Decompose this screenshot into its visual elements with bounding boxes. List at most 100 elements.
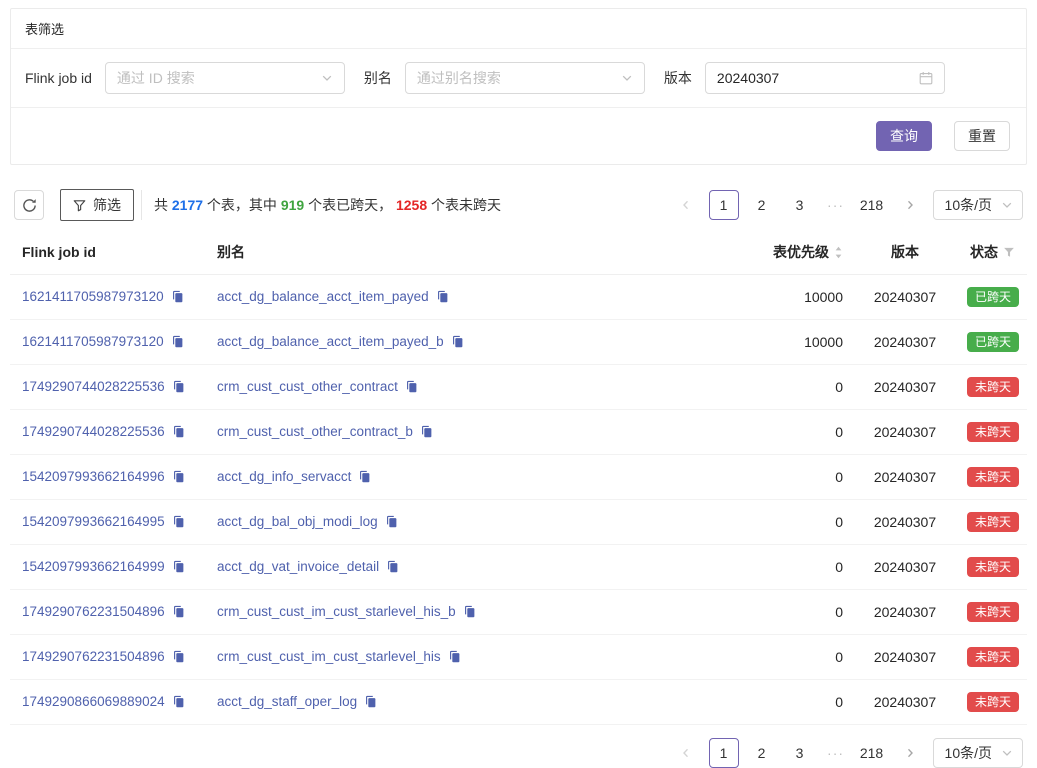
flink-job-id-link[interactable]: 1749290744028225536 <box>22 379 165 394</box>
page-size-select[interactable]: 10条/页 <box>933 190 1023 220</box>
table-row[interactable]: 1621411705987973120 acct_dg_balance_acct… <box>10 320 1027 365</box>
filter-funnel-icon <box>73 199 86 212</box>
flink-job-id-link[interactable]: 1749290762231504896 <box>22 604 165 619</box>
alias-link[interactable]: crm_cust_cust_other_contract_b <box>217 424 413 439</box>
pagination-page-3[interactable]: 3 <box>785 190 815 220</box>
page-size-value: 10条/页 <box>945 743 992 763</box>
filter-funnel-icon[interactable] <box>1003 246 1015 258</box>
alias-link[interactable]: acct_dg_bal_obj_modi_log <box>217 514 378 529</box>
alias-link[interactable]: acct_dg_vat_invoice_detail <box>217 559 379 574</box>
search-button[interactable]: 查询 <box>876 121 932 151</box>
pagination-page-last[interactable]: 218 <box>857 738 887 768</box>
filter-toggle-button[interactable]: 筛选 <box>60 189 134 221</box>
flink-job-id-link[interactable]: 1749290744028225536 <box>22 424 165 439</box>
status-badge: 未跨天 <box>967 602 1019 622</box>
version-cell: 20240307 <box>855 320 955 365</box>
alias-link[interactable]: acct_dg_balance_acct_item_payed <box>217 289 429 304</box>
copy-icon[interactable] <box>436 290 449 306</box>
table-row[interactable]: 1542097993662164999 acct_dg_vat_invoice_… <box>10 545 1027 590</box>
alias-link[interactable]: acct_dg_info_servacct <box>217 469 351 484</box>
version-cell: 20240307 <box>855 500 955 545</box>
refresh-icon <box>22 198 37 213</box>
pagination-page-1[interactable]: 1 <box>709 190 739 220</box>
copy-icon[interactable] <box>448 650 461 666</box>
table-row[interactable]: 1542097993662164995 acct_dg_bal_obj_modi… <box>10 500 1027 545</box>
copy-icon[interactable] <box>463 605 476 621</box>
pagination-prev-icon[interactable] <box>671 738 701 768</box>
copy-icon[interactable] <box>172 380 185 396</box>
priority-cell: 0 <box>720 680 855 725</box>
alias-link[interactable]: acct_dg_staff_oper_log <box>217 694 357 709</box>
pagination-page-2[interactable]: 2 <box>747 738 777 768</box>
version-cell: 20240307 <box>855 590 955 635</box>
pagination-ellipsis[interactable]: ··· <box>823 745 849 761</box>
table-row[interactable]: 1749290866069889024 acct_dg_staff_oper_l… <box>10 680 1027 725</box>
flink-job-id-link[interactable]: 1621411705987973120 <box>22 334 164 349</box>
priority-cell: 0 <box>720 635 855 680</box>
pagination-ellipsis[interactable]: ··· <box>823 197 849 213</box>
flink-job-id-link[interactable]: 1621411705987973120 <box>22 289 164 304</box>
status-badge: 未跨天 <box>967 467 1019 487</box>
flink-job-id-link[interactable]: 1542097993662164996 <box>22 469 165 484</box>
flink-job-id-link[interactable]: 1749290866069889024 <box>22 694 165 709</box>
pagination-page-3[interactable]: 3 <box>785 738 815 768</box>
alias-link[interactable]: crm_cust_cust_other_contract <box>217 379 398 394</box>
refresh-button[interactable] <box>14 190 44 220</box>
table-row[interactable]: 1749290762231504896 crm_cust_cust_im_cus… <box>10 635 1027 680</box>
copy-icon[interactable] <box>172 695 185 711</box>
sort-icon[interactable] <box>834 246 843 259</box>
header-status[interactable]: 状态 <box>955 232 1027 275</box>
status-badge: 未跨天 <box>967 422 1019 442</box>
table-row[interactable]: 1542097993662164996 acct_dg_info_servacc… <box>10 455 1027 500</box>
bottom-bar: 1 2 3 ··· 218 10条/页 <box>14 738 1023 768</box>
copy-icon[interactable] <box>420 425 433 441</box>
summary-seg2: 个表已跨天， <box>304 197 396 213</box>
pagination-page-2[interactable]: 2 <box>747 190 777 220</box>
alias-link[interactable]: crm_cust_cust_im_cust_starlevel_his_b <box>217 604 456 619</box>
pagination-page-last[interactable]: 218 <box>857 190 887 220</box>
version-value: 20240307 <box>717 70 919 86</box>
reset-button[interactable]: 重置 <box>954 121 1010 151</box>
pagination-top: 1 2 3 ··· 218 10条/页 <box>671 190 1023 220</box>
copy-icon[interactable] <box>386 560 399 576</box>
copy-icon[interactable] <box>172 470 185 486</box>
flink-job-id-field: Flink job id 通过 ID 搜索 <box>25 62 345 94</box>
flink-job-id-link[interactable]: 1749290762231504896 <box>22 649 165 664</box>
flink-job-id-link[interactable]: 1542097993662164995 <box>22 514 165 529</box>
header-priority[interactable]: 表优先级 <box>720 232 855 275</box>
table-row[interactable]: 1749290744028225536 crm_cust_cust_other_… <box>10 365 1027 410</box>
chevron-down-icon <box>1001 199 1013 211</box>
table-row[interactable]: 1749290762231504896 crm_cust_cust_im_cus… <box>10 590 1027 635</box>
copy-icon[interactable] <box>364 695 377 711</box>
header-status-label: 状态 <box>970 242 998 262</box>
alias-link[interactable]: crm_cust_cust_im_cust_starlevel_his <box>217 649 441 664</box>
copy-icon[interactable] <box>171 335 184 351</box>
pagination-next-icon[interactable] <box>895 738 925 768</box>
copy-icon[interactable] <box>172 650 185 666</box>
copy-icon[interactable] <box>172 515 185 531</box>
flink-job-id-link[interactable]: 1542097993662164999 <box>22 559 165 574</box>
copy-icon[interactable] <box>171 290 184 306</box>
version-date-input[interactable]: 20240307 <box>705 62 945 94</box>
page-size-value: 10条/页 <box>945 195 992 215</box>
flink-job-id-select[interactable]: 通过 ID 搜索 <box>105 62 345 94</box>
copy-icon[interactable] <box>172 560 185 576</box>
filter-card-title: 表筛选 <box>11 9 1026 49</box>
alias-select[interactable]: 通过别名搜索 <box>405 62 645 94</box>
pagination-next-icon[interactable] <box>895 190 925 220</box>
summary-seg3: 个表未跨天 <box>427 197 501 213</box>
copy-icon[interactable] <box>358 470 371 486</box>
pagination-page-1[interactable]: 1 <box>709 738 739 768</box>
pagination-prev-icon[interactable] <box>671 190 701 220</box>
copy-icon[interactable] <box>172 605 185 621</box>
priority-cell: 0 <box>720 455 855 500</box>
copy-icon[interactable] <box>172 425 185 441</box>
copy-icon[interactable] <box>451 335 464 351</box>
copy-icon[interactable] <box>385 515 398 531</box>
table-row[interactable]: 1621411705987973120 acct_dg_balance_acct… <box>10 275 1027 320</box>
alias-link[interactable]: acct_dg_balance_acct_item_payed_b <box>217 334 444 349</box>
copy-icon[interactable] <box>405 380 418 396</box>
page-size-select[interactable]: 10条/页 <box>933 738 1023 768</box>
table-header-row: Flink job id 别名 表优先级 版本 状态 <box>10 232 1027 275</box>
table-row[interactable]: 1749290744028225536 crm_cust_cust_other_… <box>10 410 1027 455</box>
